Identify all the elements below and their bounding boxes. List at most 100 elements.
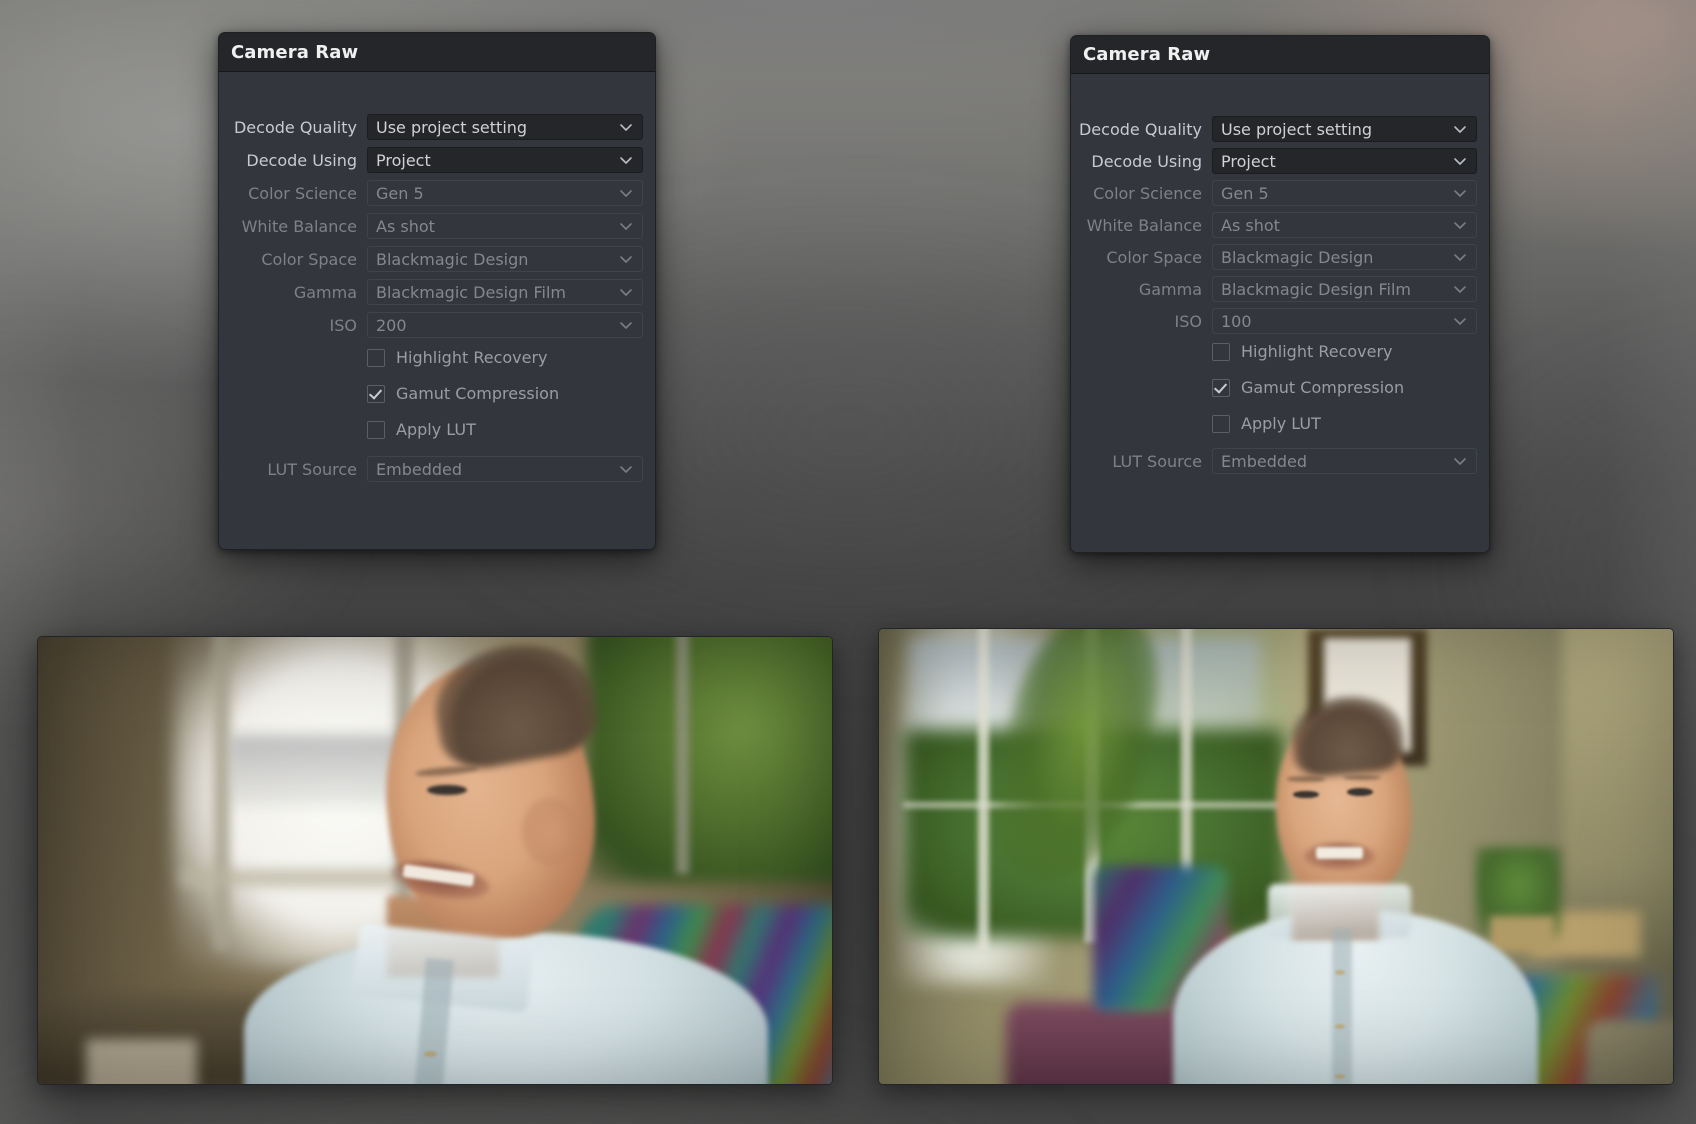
chevron-down-icon xyxy=(618,317,634,333)
scene-eye-right xyxy=(1347,788,1373,796)
chevron-down-icon xyxy=(1452,453,1468,469)
select-white-balance[interactable]: As shot xyxy=(367,213,643,239)
camera-raw-panel-right[interactable]: Camera Raw Decode Quality Use project se… xyxy=(1070,35,1490,553)
checkbox-row-apply-lut[interactable]: Apply LUT xyxy=(367,420,476,439)
chevron-down-icon xyxy=(618,218,634,234)
checkbox-row-gamut-compression[interactable]: Gamut Compression xyxy=(1212,378,1404,397)
chevron-down-icon xyxy=(618,251,634,267)
chevron-down-icon xyxy=(618,152,634,168)
select-lut-source[interactable]: Embedded xyxy=(367,456,643,482)
checkbox-label: Highlight Recovery xyxy=(396,348,548,367)
viewer-thumbnail-right[interactable] xyxy=(878,628,1674,1085)
label-decode-quality: Decode Quality xyxy=(233,117,357,137)
checkbox-apply-lut[interactable] xyxy=(367,420,385,439)
field-row-lut-source: LUT Source Embedded xyxy=(1071,448,1489,474)
select-value: Blackmagic Design Film xyxy=(1221,279,1412,299)
select-value: As shot xyxy=(376,216,435,236)
checkbox-label: Highlight Recovery xyxy=(1241,342,1393,361)
select-value: Blackmagic Design xyxy=(376,249,529,269)
field-row-color-science: Color Science Gen 5 xyxy=(219,180,655,206)
label-color-space: Color Space xyxy=(1106,247,1202,267)
checkbox-gamut-compression[interactable] xyxy=(367,384,385,403)
checkbox-row-highlight-recovery[interactable]: Highlight Recovery xyxy=(1212,342,1393,361)
select-decode-using[interactable]: Project xyxy=(1212,148,1477,174)
scene-shirt-button xyxy=(423,1051,437,1058)
field-row-decode-quality: Decode Quality Use project setting xyxy=(219,114,655,140)
viewer-image-left xyxy=(38,637,832,1084)
checkbox-label: Apply LUT xyxy=(1241,414,1321,433)
select-value: Blackmagic Design xyxy=(1221,247,1374,267)
select-value: Use project setting xyxy=(1221,119,1373,139)
field-row-color-space: Color Space Blackmagic Design xyxy=(1071,244,1489,270)
label-color-science: Color Science xyxy=(248,183,357,203)
chevron-down-icon xyxy=(1452,185,1468,201)
select-color-space[interactable]: Blackmagic Design xyxy=(367,246,643,272)
label-white-balance: White Balance xyxy=(1086,215,1202,235)
scene-eye-left xyxy=(1293,790,1319,799)
select-color-science[interactable]: Gen 5 xyxy=(367,180,643,206)
chevron-down-icon xyxy=(1452,313,1468,329)
select-white-balance[interactable]: As shot xyxy=(1212,212,1477,238)
checkbox-label: Gamut Compression xyxy=(396,384,560,403)
checkbox-apply-lut[interactable] xyxy=(1212,414,1230,433)
select-decode-quality[interactable]: Use project setting xyxy=(367,114,643,140)
scene-planter xyxy=(1490,915,1554,953)
select-value: 100 xyxy=(1221,311,1252,331)
select-gamma[interactable]: Blackmagic Design Film xyxy=(367,279,643,305)
select-decode-using[interactable]: Project xyxy=(367,147,643,173)
scene-ear xyxy=(522,797,578,865)
field-row-decode-using: Decode Using Project xyxy=(219,147,655,173)
panel-title: Camera Raw xyxy=(1083,44,1211,65)
label-iso: ISO xyxy=(1174,311,1202,331)
scene-trees xyxy=(585,637,832,883)
label-decode-using: Decode Using xyxy=(246,150,357,170)
scene-window-mullion xyxy=(676,637,690,874)
select-value: Project xyxy=(376,150,431,170)
checkbox-row-highlight-recovery[interactable]: Highlight Recovery xyxy=(367,348,548,367)
scene-eye xyxy=(427,784,467,796)
panel-body-left: Decode Quality Use project setting Decod… xyxy=(219,72,655,549)
panel-body-right: Decode Quality Use project setting Decod… xyxy=(1071,74,1489,552)
field-row-color-space: Color Space Blackmagic Design xyxy=(219,246,655,272)
viewer-thumbnail-left[interactable] xyxy=(37,636,833,1085)
chevron-down-icon xyxy=(618,284,634,300)
scene-eyebrow-left xyxy=(1287,776,1326,782)
scene-armchair xyxy=(1585,1020,1673,1084)
chevron-down-icon xyxy=(618,119,634,135)
chevron-down-icon xyxy=(1452,153,1468,169)
field-row-lut-source: LUT Source Embedded xyxy=(219,456,655,482)
checkbox-row-gamut-compression[interactable]: Gamut Compression xyxy=(367,384,559,403)
scene-shirt-button-1 xyxy=(1334,969,1346,975)
select-iso[interactable]: 200 xyxy=(367,312,643,338)
checkbox-highlight-recovery[interactable] xyxy=(367,348,385,367)
checkbox-highlight-recovery[interactable] xyxy=(1212,342,1230,361)
scene-teeth xyxy=(1315,847,1364,860)
viewer-image-right xyxy=(879,629,1673,1084)
checkbox-row-apply-lut[interactable]: Apply LUT xyxy=(1212,414,1321,433)
panel-header-right: Camera Raw xyxy=(1071,36,1489,74)
field-row-gamma: Gamma Blackmagic Design Film xyxy=(1071,276,1489,302)
select-iso[interactable]: 100 xyxy=(1212,308,1477,334)
scene-window-frame xyxy=(212,637,231,950)
chevron-down-icon xyxy=(1452,217,1468,233)
field-row-iso: ISO 100 xyxy=(1071,308,1489,334)
select-lut-source[interactable]: Embedded xyxy=(1212,448,1477,474)
field-row-decode-using: Decode Using Project xyxy=(1071,148,1489,174)
label-gamma: Gamma xyxy=(1138,279,1202,299)
select-decode-quality[interactable]: Use project setting xyxy=(1212,116,1477,142)
checkbox-gamut-compression[interactable] xyxy=(1212,378,1230,397)
select-gamma[interactable]: Blackmagic Design Film xyxy=(1212,276,1477,302)
select-value: Embedded xyxy=(1221,451,1308,471)
select-color-space[interactable]: Blackmagic Design xyxy=(1212,244,1477,270)
checkbox-label: Apply LUT xyxy=(396,420,476,439)
chevron-down-icon xyxy=(1452,249,1468,265)
camera-raw-panel-left[interactable]: Camera Raw Decode Quality Use project se… xyxy=(218,32,656,550)
select-value: 200 xyxy=(376,315,407,335)
chevron-down-icon xyxy=(618,461,634,477)
field-row-decode-quality: Decode Quality Use project setting xyxy=(1071,116,1489,142)
select-color-science[interactable]: Gen 5 xyxy=(1212,180,1477,206)
chevron-down-icon xyxy=(618,185,634,201)
panel-title: Camera Raw xyxy=(231,41,359,63)
select-value: Embedded xyxy=(376,459,463,479)
label-white-balance: White Balance xyxy=(241,216,357,236)
